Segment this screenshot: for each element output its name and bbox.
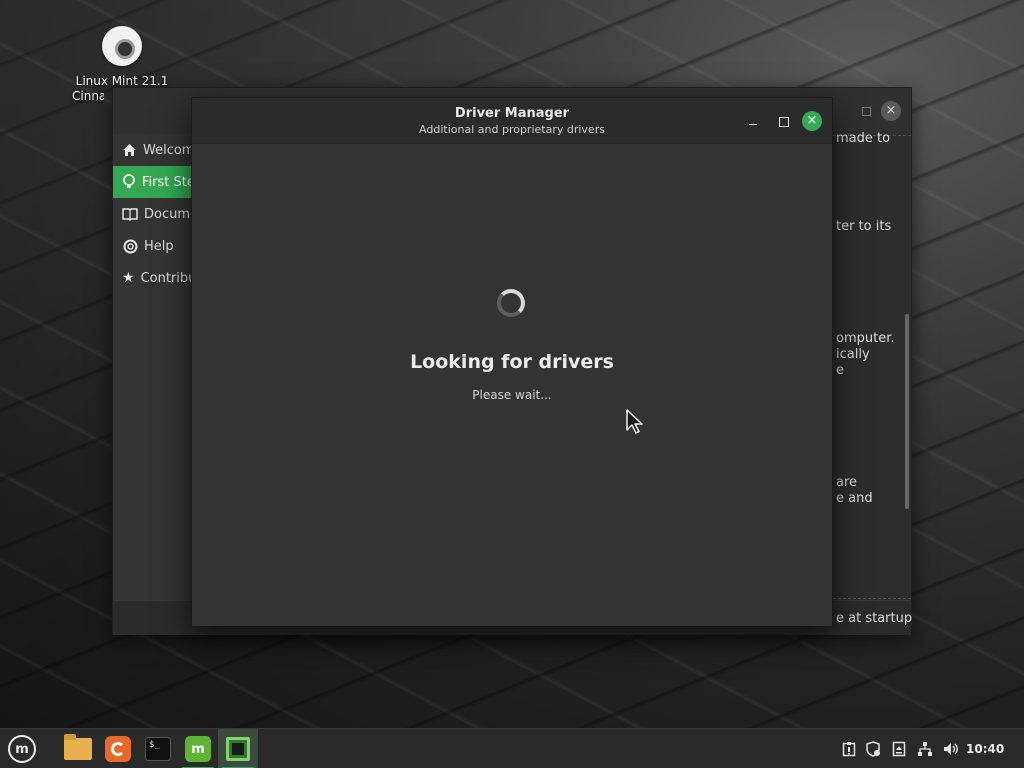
driver-manager-app-button[interactable] [218, 729, 258, 768]
firefox-launcher[interactable] [98, 729, 138, 768]
welcome-text: are [836, 475, 858, 490]
driver-manager-window[interactable]: Driver Manager Additional and proprietar… [191, 97, 833, 626]
welcome-sidebar: Welcome First Steps Documentation Help ★… [113, 134, 193, 600]
welcome-text: made to [836, 131, 891, 146]
firefox-icon [105, 736, 131, 762]
terminal-icon: $_ [145, 737, 171, 761]
sidebar-item-first-steps[interactable]: First Steps [113, 166, 193, 198]
loading-status: Please wait... [472, 388, 552, 402]
window-title: Driver Manager [454, 106, 570, 121]
welcome-text: e [836, 363, 844, 378]
mint-welcome-icon: m [185, 736, 211, 762]
desktop-icon-label-line2: Cinnamon [72, 89, 104, 103]
welcome-text: e and [836, 491, 873, 506]
mint-logo-icon: m [8, 735, 36, 763]
mouse-pointer-icon [626, 409, 643, 434]
driver-manager-body: Looking for drivers Please wait... [192, 145, 832, 626]
sidebar-item-label: Contribute [140, 270, 193, 286]
network-icon[interactable] [914, 729, 936, 768]
disc-icon [102, 26, 142, 66]
book-icon [122, 206, 138, 222]
welcome-text: ically [836, 347, 870, 362]
menu-button[interactable]: m [4, 729, 40, 768]
sidebar-item-help[interactable]: Help [113, 230, 193, 262]
welcome-app-button[interactable]: m [178, 729, 218, 768]
loading-spinner-icon [497, 289, 525, 317]
clipboard-icon[interactable] [838, 729, 860, 768]
loading-heading: Looking for drivers [410, 351, 614, 373]
driver-manager-icon [226, 737, 250, 761]
taskbar: m $_ m 10:40 [0, 728, 1024, 768]
notes-icon[interactable] [888, 729, 910, 768]
scrollbar[interactable] [905, 314, 909, 509]
show-at-startup-label[interactable]: e at startup [836, 611, 912, 627]
folder-icon [64, 734, 92, 760]
lightbulb-icon [122, 174, 136, 190]
close-icon[interactable]: × [881, 101, 901, 121]
terminal-launcher[interactable]: $_ [138, 729, 178, 768]
lifebuoy-icon [122, 238, 138, 254]
shield-update-icon[interactable] [862, 729, 884, 768]
sidebar-item-documentation[interactable]: Documentation [113, 198, 193, 230]
sidebar-item-label: Documentation [144, 206, 193, 222]
maximize-icon[interactable] [862, 107, 871, 116]
volume-icon[interactable] [940, 729, 962, 768]
clock[interactable]: 10:40 [966, 729, 1004, 768]
sidebar-item-label: First Steps [142, 174, 193, 190]
sidebar-item-label: Help [144, 238, 174, 254]
maximize-icon[interactable] [774, 112, 792, 130]
star-icon: ★ [122, 270, 135, 286]
sidebar-item-contribute[interactable]: ★ Contribute [113, 262, 193, 294]
welcome-text: omputer. [836, 331, 895, 346]
sidebar-item-welcome[interactable]: Welcome [113, 134, 193, 166]
welcome-text: ter to its [836, 219, 892, 234]
close-icon[interactable]: × [802, 111, 822, 131]
home-icon [122, 142, 137, 158]
driver-manager-titlebar[interactable]: Driver Manager Additional and proprietar… [192, 98, 832, 144]
window-subtitle: Additional and proprietary drivers [419, 123, 605, 136]
minimize-icon[interactable] [744, 112, 762, 130]
files-launcher[interactable] [58, 729, 98, 768]
sidebar-item-label: Welcome [143, 142, 193, 158]
